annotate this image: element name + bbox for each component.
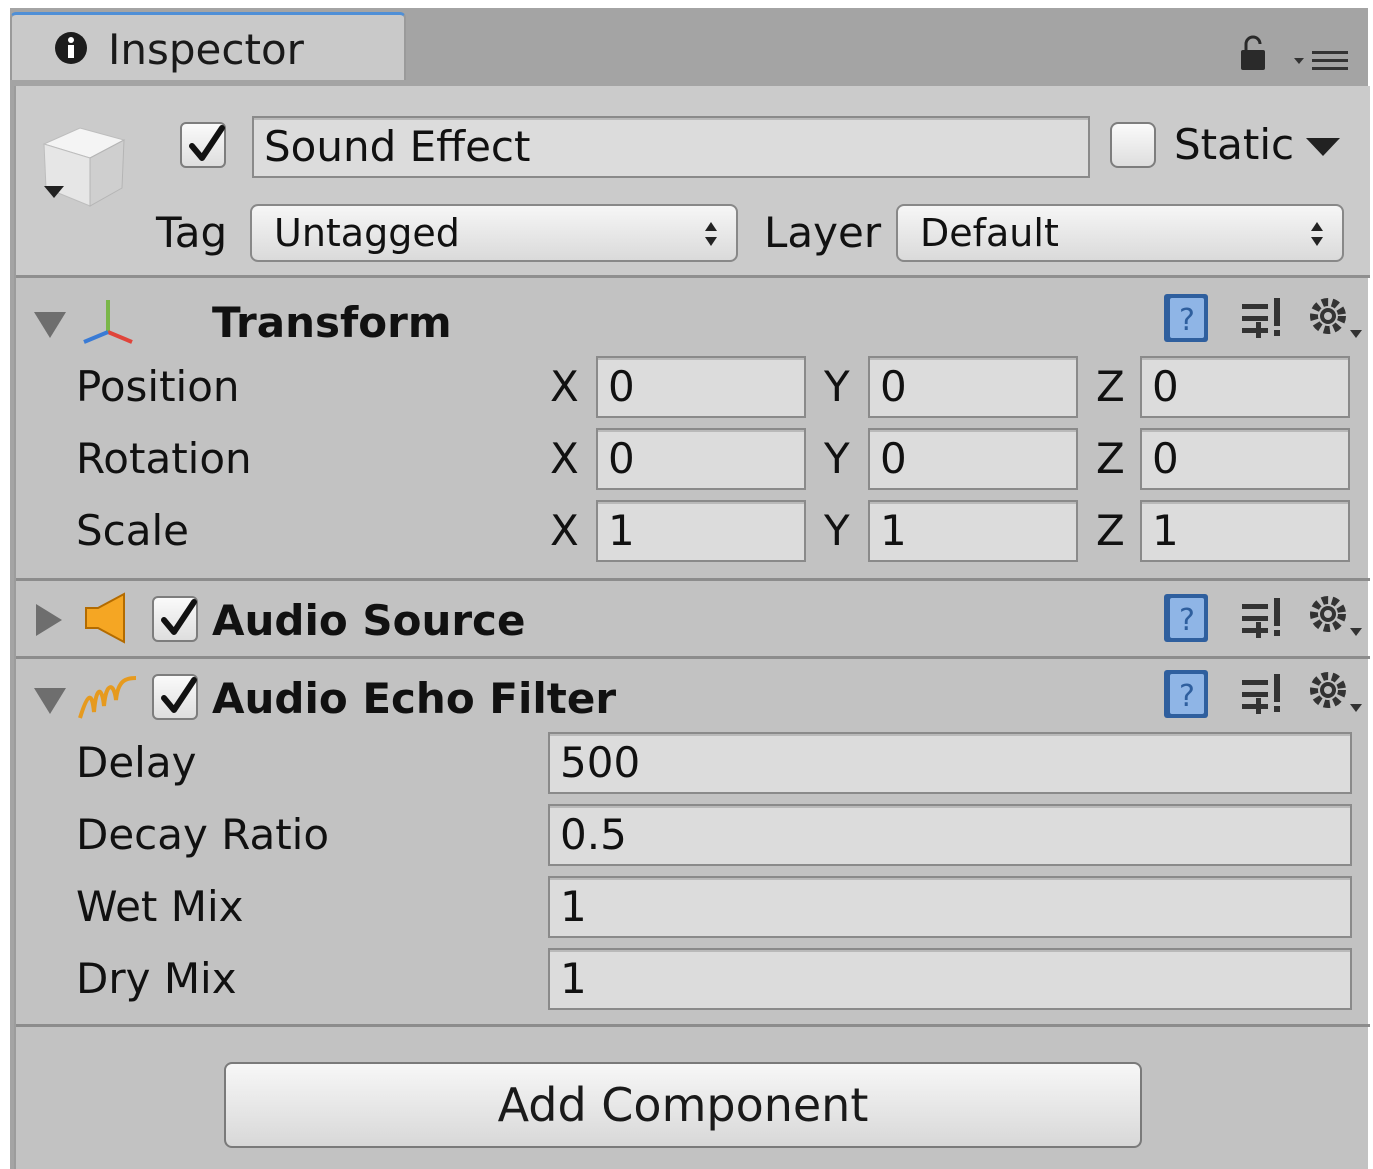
- transform-component-header[interactable]: Transform ?: [16, 284, 1370, 358]
- dry-mix-field[interactable]: 1: [548, 948, 1352, 1010]
- component-divider: [16, 578, 1370, 581]
- speaker-icon: [85, 592, 125, 644]
- gear-icon[interactable]: [1306, 594, 1364, 640]
- checkmark-icon: [161, 677, 197, 713]
- scale-label: Scale: [76, 506, 189, 555]
- foldout-expanded-icon[interactable]: [32, 682, 68, 718]
- audio-source-component-header[interactable]: Audio Source ?: [16, 584, 1370, 658]
- gameobject-name-field[interactable]: Sound Effect: [252, 116, 1090, 178]
- delay-value: 500: [560, 738, 641, 787]
- layer-label: Layer: [764, 208, 882, 257]
- position-y-field[interactable]: 0: [868, 356, 1078, 418]
- axis-z-label: Z: [1096, 506, 1125, 555]
- wet-mix-label: Wet Mix: [76, 882, 244, 931]
- component-divider: [16, 656, 1370, 659]
- scale-z-field[interactable]: 1: [1140, 500, 1350, 562]
- gameobject-cube-icon[interactable]: [38, 118, 130, 208]
- axis-z-label: Z: [1096, 434, 1125, 483]
- gameobject-name-value: Sound Effect: [264, 122, 531, 171]
- axis-x-label: X: [550, 434, 579, 483]
- dry-mix-label: Dry Mix: [76, 954, 237, 1003]
- axis-y-label: Y: [824, 506, 850, 555]
- position-x-value: 0: [608, 362, 635, 411]
- updown-arrows-icon: [705, 222, 717, 246]
- layer-value: Default: [920, 211, 1059, 255]
- dry-mix-value: 1: [560, 954, 587, 1003]
- rotation-y-field[interactable]: 0: [868, 428, 1078, 490]
- checkmark-icon: [189, 125, 225, 161]
- wet-mix-value: 1: [560, 882, 587, 931]
- axis-z-label: Z: [1096, 362, 1125, 411]
- layer-dropdown[interactable]: Default: [896, 204, 1344, 262]
- position-x-field[interactable]: 0: [596, 356, 806, 418]
- decay-ratio-label: Decay Ratio: [76, 810, 330, 859]
- wet-mix-field[interactable]: 1: [548, 876, 1352, 938]
- foldout-expanded-icon[interactable]: [32, 306, 68, 342]
- rotation-z-value: 0: [1152, 434, 1179, 483]
- gear-icon[interactable]: [1306, 296, 1364, 342]
- help-book-icon[interactable]: ?: [1162, 668, 1214, 722]
- tab-inspector[interactable]: Inspector: [10, 12, 406, 80]
- static-label: Static: [1174, 120, 1295, 169]
- tab-menu-icon[interactable]: [1290, 48, 1350, 74]
- delay-field[interactable]: 500: [548, 732, 1352, 794]
- rotation-x-value: 0: [608, 434, 635, 483]
- static-checkbox[interactable]: [1110, 122, 1156, 168]
- axis-y-label: Y: [824, 434, 850, 483]
- gear-icon[interactable]: [1306, 670, 1364, 716]
- axis-x-label: X: [550, 506, 579, 555]
- rotation-z-field[interactable]: 0: [1140, 428, 1350, 490]
- scale-y-field[interactable]: 1: [868, 500, 1078, 562]
- position-z-field[interactable]: 0: [1140, 356, 1350, 418]
- svg-text:?: ?: [1179, 679, 1195, 714]
- audio-source-enabled-checkbox[interactable]: [152, 596, 198, 642]
- help-book-icon[interactable]: ?: [1162, 592, 1214, 646]
- preset-sliders-icon[interactable]: [1240, 672, 1284, 716]
- add-component-label: Add Component: [497, 1078, 869, 1132]
- updown-arrows-icon: [1311, 222, 1323, 246]
- axis-x-label: X: [550, 362, 579, 411]
- preset-sliders-icon[interactable]: [1240, 596, 1284, 640]
- position-label: Position: [76, 362, 240, 411]
- inspector-body: Sound Effect Static Tag Untagged Layer D…: [14, 86, 1370, 1169]
- add-component-button[interactable]: Add Component: [224, 1062, 1142, 1148]
- scale-x-field[interactable]: 1: [596, 500, 806, 562]
- tag-dropdown[interactable]: Untagged: [250, 204, 738, 262]
- position-z-value: 0: [1152, 362, 1179, 411]
- position-y-value: 0: [880, 362, 907, 411]
- audio-source-title: Audio Source: [212, 596, 526, 645]
- svg-text:?: ?: [1179, 603, 1195, 638]
- gameobject-header: Sound Effect Static Tag Untagged Layer D…: [16, 86, 1370, 278]
- help-book-icon[interactable]: ?: [1162, 292, 1214, 346]
- delay-label: Delay: [76, 738, 197, 787]
- scale-y-value: 1: [880, 506, 907, 555]
- rotation-label: Rotation: [76, 434, 252, 483]
- echo-filter-icon: [78, 676, 137, 719]
- preset-sliders-icon[interactable]: [1240, 296, 1284, 340]
- decay-ratio-field[interactable]: 0.5: [548, 804, 1352, 866]
- scale-z-value: 1: [1152, 506, 1179, 555]
- tag-value: Untagged: [274, 211, 460, 255]
- info-icon: [55, 32, 87, 64]
- rotation-y-value: 0: [880, 434, 907, 483]
- foldout-collapsed-icon[interactable]: [32, 602, 68, 638]
- audio-echo-filter-title: Audio Echo Filter: [212, 674, 617, 723]
- checkmark-icon: [161, 599, 197, 635]
- rotation-x-field[interactable]: 0: [596, 428, 806, 490]
- lock-icon[interactable]: [1238, 34, 1268, 74]
- tab-label: Inspector: [108, 25, 304, 74]
- audio-echo-filter-component-header[interactable]: Audio Echo Filter ?: [16, 660, 1370, 734]
- svg-text:?: ?: [1179, 303, 1195, 338]
- decay-ratio-value: 0.5: [560, 810, 627, 859]
- tag-label: Tag: [156, 208, 228, 257]
- audio-echo-filter-enabled-checkbox[interactable]: [152, 674, 198, 720]
- axis-y-label: Y: [824, 362, 850, 411]
- scale-x-value: 1: [608, 506, 635, 555]
- component-divider: [16, 1024, 1370, 1027]
- transform-title: Transform: [212, 298, 452, 347]
- transform-axes-icon: [83, 300, 133, 344]
- gameobject-active-checkbox[interactable]: [180, 122, 226, 168]
- static-dropdown-arrow-icon[interactable]: [1306, 138, 1340, 158]
